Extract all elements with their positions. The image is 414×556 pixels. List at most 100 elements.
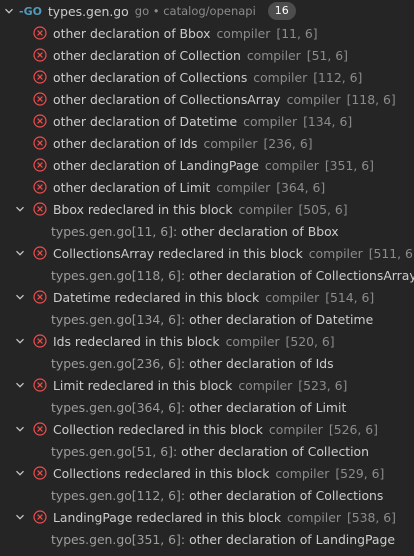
problem-item[interactable]: other declaration of Collections compiler… <box>0 66 414 88</box>
problem-message: Ids redeclared in this block <box>53 333 220 349</box>
problem-location: [51, 6] <box>306 47 348 63</box>
problem-item[interactable]: other declaration of Bbox compiler [11, 6] <box>0 22 414 44</box>
related-information-item[interactable]: types.gen.go[351, 6]: other declaration o… <box>0 528 414 550</box>
problem-source: compiler <box>238 201 293 217</box>
related-message: other declaration of Datetime <box>189 311 374 327</box>
problem-location: [529, 6] <box>335 465 385 481</box>
problem-source: compiler <box>225 333 280 349</box>
problem-message: Collection redeclared in this block <box>53 421 263 437</box>
problem-location: [364, 6] <box>276 179 326 195</box>
error-icon <box>33 334 47 348</box>
problem-location: [505, 6] <box>298 201 348 217</box>
related-information-item[interactable]: types.gen.go[364, 6]: other declaration o… <box>0 396 414 418</box>
problem-location: [118, 6] <box>346 91 396 107</box>
problem-item-expandable[interactable]: Datetime redeclared in this block compile… <box>0 286 414 308</box>
related-information-item[interactable]: types.gen.go[11, 6]: other declaration of… <box>0 220 414 242</box>
problem-message: other declaration of Bbox <box>53 25 211 41</box>
related-location-link[interactable]: types.gen.go[134, 6]: <box>51 312 185 327</box>
problem-item-expandable[interactable]: Collection redeclared in this block compi… <box>0 418 414 440</box>
error-icon <box>33 246 47 260</box>
plain-problem-list: other declaration of Bbox compiler [11, 6]… <box>0 22 414 198</box>
related-information-item[interactable]: types.gen.go[118, 6]: other declaration o… <box>0 264 414 286</box>
file-path: go • catalog/openapi <box>134 4 256 18</box>
chevron-down-icon[interactable] <box>14 247 26 259</box>
problem-source: compiler <box>264 157 319 173</box>
grouped-problem-list: Bbox redeclared in this block compiler [50… <box>0 198 414 550</box>
chevron-down-icon[interactable] <box>14 291 26 303</box>
related-information-item[interactable]: types.gen.go[236, 6]: other declaration o… <box>0 352 414 374</box>
problem-item-expandable[interactable]: Ids redeclared in this block compiler [520… <box>0 330 414 352</box>
problem-message: other declaration of Datetime <box>53 113 238 129</box>
error-icon <box>33 378 47 392</box>
file-group-header[interactable]: -GO types.gen.go go • catalog/openapi 16 <box>0 0 414 22</box>
error-icon <box>33 180 47 194</box>
problem-item[interactable]: other declaration of Collection compiler [… <box>0 44 414 66</box>
related-message: other declaration of Collections <box>189 487 384 503</box>
chevron-down-icon[interactable] <box>3 5 15 17</box>
problem-message: other declaration of Collection <box>53 47 241 63</box>
chevron-down-icon[interactable] <box>14 423 26 435</box>
related-location-link[interactable]: types.gen.go[11, 6]: <box>51 224 177 239</box>
problem-source: compiler <box>265 289 320 305</box>
related-location-link[interactable]: types.gen.go[236, 6]: <box>51 356 185 371</box>
problem-source: compiler <box>246 47 301 63</box>
problem-source: compiler <box>238 377 293 393</box>
problem-source: compiler <box>203 135 258 151</box>
related-message: other declaration of CollectionsArray <box>189 267 414 283</box>
problem-message: other declaration of LandingPage <box>53 157 259 173</box>
error-icon <box>33 158 47 172</box>
problem-location: [523, 6] <box>298 377 348 393</box>
error-icon <box>33 466 47 480</box>
related-location-link[interactable]: types.gen.go[51, 6]: <box>51 444 177 459</box>
related-location-link[interactable]: types.gen.go[112, 6]: <box>51 488 185 503</box>
error-icon <box>33 26 47 40</box>
problem-message: Collections redeclared in this block <box>53 465 270 481</box>
problem-message: other declaration of Limit <box>53 179 211 195</box>
related-location-link[interactable]: types.gen.go[364, 6]: <box>51 400 185 415</box>
related-message: other declaration of Bbox <box>181 223 339 239</box>
problem-location: [511, 6] <box>368 245 414 261</box>
problem-item-expandable[interactable]: Collections redeclared in this block comp… <box>0 462 414 484</box>
problem-item-expandable[interactable]: LandingPage redeclared in this block comp… <box>0 506 414 528</box>
error-icon <box>33 510 47 524</box>
problems-panel: -GO types.gen.go go • catalog/openapi 16… <box>0 0 414 556</box>
problem-location: [11, 6] <box>276 25 318 41</box>
problem-location: [236, 6] <box>263 135 313 151</box>
related-information-item[interactable]: types.gen.go[134, 6]: other declaration o… <box>0 308 414 330</box>
related-information-item[interactable]: types.gen.go[51, 6]: other declaration of… <box>0 440 414 462</box>
problem-source: compiler <box>243 113 298 129</box>
related-location-link[interactable]: types.gen.go[118, 6]: <box>51 268 185 283</box>
problem-source: compiler <box>286 91 341 107</box>
problem-location: [538, 6] <box>346 509 397 525</box>
error-icon <box>33 202 47 216</box>
problem-item[interactable]: other declaration of LandingPage compiler… <box>0 154 414 176</box>
chevron-down-icon[interactable] <box>14 335 26 347</box>
error-icon <box>33 290 47 304</box>
related-message: other declaration of Ids <box>189 355 334 371</box>
problem-location: [526, 6] <box>328 421 378 437</box>
error-icon <box>33 48 47 62</box>
related-location-link[interactable]: types.gen.go[351, 6]: <box>51 532 185 547</box>
problem-item-expandable[interactable]: Bbox redeclared in this block compiler [50… <box>0 198 414 220</box>
chevron-down-icon[interactable] <box>14 511 26 523</box>
problem-source: compiler <box>216 25 271 41</box>
problem-message: LandingPage redeclared in this block <box>53 509 281 525</box>
problem-location: [520, 6] <box>285 333 335 349</box>
chevron-down-icon[interactable] <box>14 203 26 215</box>
related-information-item[interactable]: types.gen.go[112, 6]: other declaration o… <box>0 484 414 506</box>
problem-item-expandable[interactable]: CollectionsArray redeclared in this bloc… <box>0 242 414 264</box>
problem-item-expandable[interactable]: Limit redeclared in this block compiler [5… <box>0 374 414 396</box>
go-file-icon: -GO <box>19 4 42 18</box>
problem-source: compiler <box>268 421 323 437</box>
chevron-down-icon[interactable] <box>14 467 26 479</box>
problem-item[interactable]: other declaration of CollectionsArray com… <box>0 88 414 110</box>
chevron-down-icon[interactable] <box>14 379 26 391</box>
problem-location: [514, 6] <box>325 289 375 305</box>
problem-item[interactable]: other declaration of Ids compiler [236, 6] <box>0 132 414 154</box>
problem-source: compiler <box>216 179 271 195</box>
problem-item[interactable]: other declaration of Limit compiler [364, … <box>0 176 414 198</box>
problem-message: other declaration of CollectionsArray <box>53 91 281 107</box>
problem-source: compiler <box>253 69 308 85</box>
problem-item[interactable]: other declaration of Datetime compiler [13… <box>0 110 414 132</box>
error-icon <box>33 136 47 150</box>
